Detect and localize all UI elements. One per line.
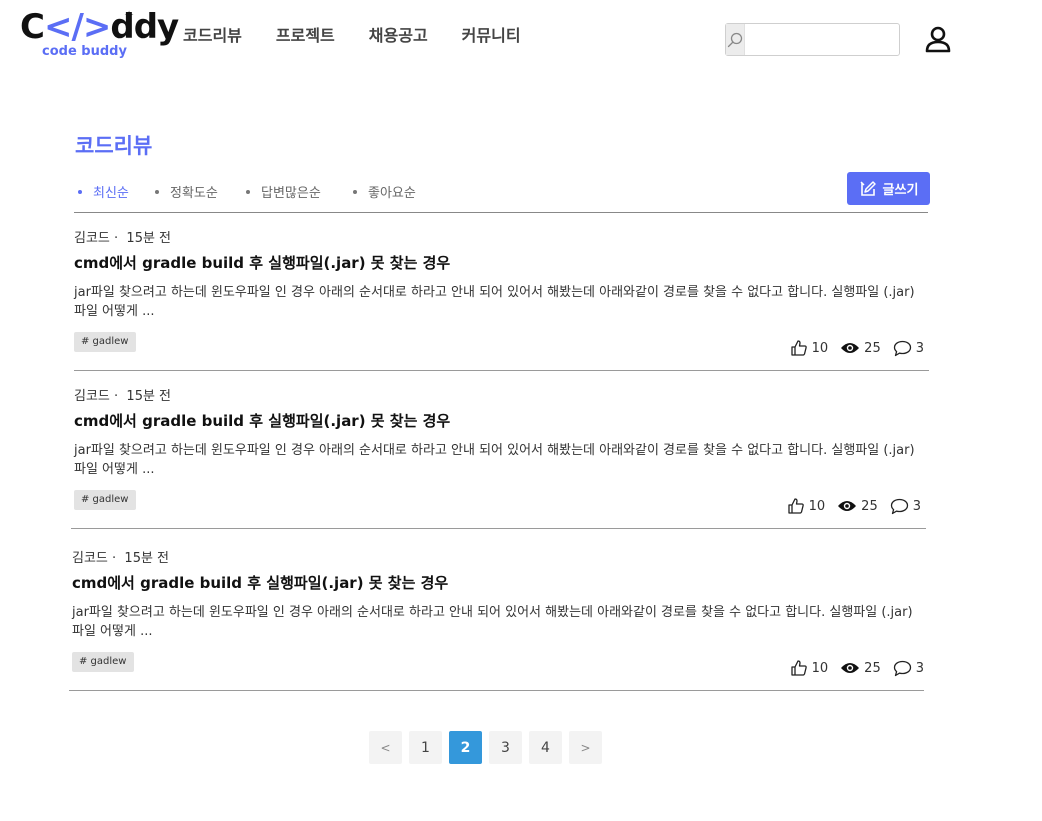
- search-box: [725, 23, 927, 56]
- pagination: < 1 2 3 4 >: [369, 731, 602, 764]
- user-profile-icon[interactable]: [922, 24, 954, 56]
- post-title[interactable]: cmd에서 gradle build 후 실행파일(.jar) 못 찾는 경우: [72, 572, 448, 593]
- page-button-4[interactable]: 4: [529, 731, 562, 764]
- sparkle-icon: ✦: [124, 8, 135, 22]
- post-item[interactable]: 김코드 · 15분 전 cmd에서 gradle build 후 실행파일(.j…: [71, 371, 926, 529]
- write-icon: [860, 180, 876, 196]
- search-input[interactable]: [745, 24, 927, 55]
- bullet-dot: [78, 189, 82, 194]
- view-stat: 25: [840, 661, 881, 676]
- comment-icon: [890, 498, 908, 514]
- nav-item-code-review[interactable]: 코드리뷰: [183, 22, 242, 46]
- comment-icon: [893, 660, 911, 676]
- logo-wordmark: C</>ddy: [20, 7, 179, 47]
- main-nav: 코드리뷰 프로젝트 채용공고 커뮤니티: [183, 22, 521, 46]
- post-title[interactable]: cmd에서 gradle build 후 실행파일(.jar) 못 찾는 경우: [74, 410, 450, 431]
- post-author: 김코드: [74, 231, 110, 246]
- eye-icon: [841, 343, 860, 353]
- sort-tab-latest[interactable]: 최신순: [78, 182, 155, 201]
- post-excerpt: jar파일 찾으려고 하는데 윈도우파일 인 경우 아래의 순서대로 하라고 안…: [74, 285, 915, 319]
- post-title[interactable]: cmd에서 gradle build 후 실행파일(.jar) 못 찾는 경우: [74, 252, 450, 273]
- nav-item-jobs[interactable]: 채용공고: [369, 22, 428, 46]
- nav-item-community[interactable]: 커뮤니티: [462, 22, 521, 46]
- sort-tab-most-likes[interactable]: 좋아요순: [353, 182, 416, 201]
- logo[interactable]: C</>ddy ✦ code buddy: [20, 8, 179, 62]
- post-meta: 김코드 · 15분 전: [72, 551, 170, 566]
- bullet-dot: [353, 189, 357, 194]
- prev-page-button[interactable]: <: [369, 731, 402, 764]
- post-tag[interactable]: # gadlew: [74, 490, 136, 510]
- bullet-dot: [246, 189, 250, 194]
- bullet-dot: [155, 189, 159, 194]
- thumbs-up-icon: [790, 340, 807, 356]
- post-meta: 김코드 · 15분 전: [74, 389, 172, 404]
- post-item[interactable]: 김코드 · 15분 전 cmd에서 gradle build 후 실행파일(.j…: [74, 213, 929, 371]
- page-title: 코드리뷰: [75, 134, 153, 158]
- eye-icon: [841, 663, 860, 673]
- view-stat: 25: [837, 499, 878, 514]
- page-button-3[interactable]: 3: [489, 731, 522, 764]
- post-tag[interactable]: # gadlew: [72, 652, 134, 672]
- post-author: 김코드: [74, 389, 110, 404]
- post-author: 김코드: [72, 551, 108, 566]
- nav-item-project[interactable]: 프로젝트: [276, 22, 335, 46]
- post-stats: 10 25 3: [781, 497, 921, 515]
- comment-stat[interactable]: 3: [893, 340, 924, 357]
- post-time: 15분 전: [126, 231, 172, 246]
- search-icon[interactable]: [726, 24, 745, 55]
- comment-stat[interactable]: 3: [890, 498, 921, 515]
- post-excerpt: jar파일 찾으려고 하는데 윈도우파일 인 경우 아래의 순서대로 하라고 안…: [72, 605, 913, 639]
- sort-tab-accuracy[interactable]: 정확도순: [155, 182, 246, 201]
- post-meta: 김코드 · 15분 전: [74, 231, 172, 246]
- page-button-1[interactable]: 1: [409, 731, 442, 764]
- post-tag[interactable]: # gadlew: [74, 332, 136, 352]
- write-button[interactable]: 글쓰기: [847, 172, 930, 205]
- sort-tab-most-answers[interactable]: 답변많은순: [246, 182, 353, 201]
- eye-icon: [838, 501, 857, 511]
- comment-stat[interactable]: 3: [893, 660, 924, 677]
- view-stat: 25: [840, 341, 881, 356]
- logo-subtitle: code buddy: [42, 44, 127, 59]
- post-stats: 10 25 3: [784, 659, 924, 677]
- post-item[interactable]: 김코드 · 15분 전 cmd에서 gradle build 후 실행파일(.j…: [69, 533, 924, 691]
- like-stat[interactable]: 10: [787, 497, 825, 515]
- post-excerpt: jar파일 찾으려고 하는데 윈도우파일 인 경우 아래의 순서대로 하라고 안…: [74, 443, 915, 477]
- sort-tabs: 최신순 정확도순 답변많은순 좋아요순: [78, 182, 416, 201]
- page-button-2[interactable]: 2: [449, 731, 482, 764]
- like-stat[interactable]: 10: [790, 659, 828, 677]
- comment-icon: [893, 340, 911, 356]
- post-time: 15분 전: [126, 389, 172, 404]
- thumbs-up-icon: [790, 660, 807, 676]
- post-stats: 10 25 3: [784, 339, 924, 357]
- thumbs-up-icon: [787, 498, 804, 514]
- next-page-button[interactable]: >: [569, 731, 602, 764]
- like-stat[interactable]: 10: [790, 339, 828, 357]
- post-time: 15분 전: [124, 551, 170, 566]
